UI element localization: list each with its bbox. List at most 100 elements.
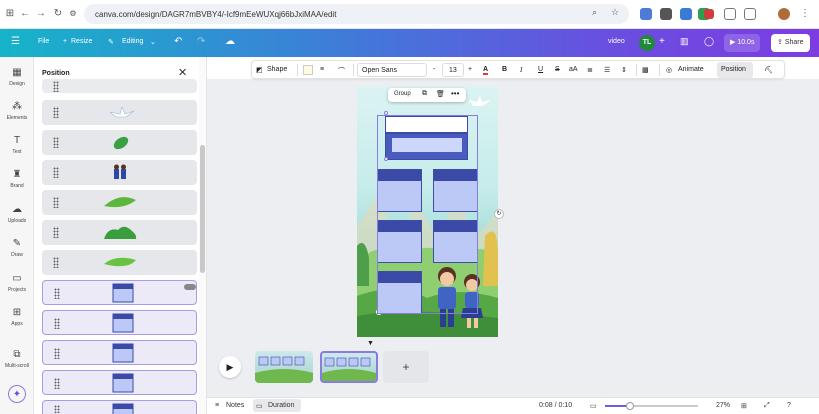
title-box[interactable]: [385, 116, 468, 133]
reload-icon[interactable]: ↻: [51, 7, 65, 21]
bookmark-star-icon[interactable]: ☆: [611, 7, 619, 18]
drag-handle-icon[interactable]: [54, 288, 60, 299]
font-size-decrease[interactable]: -: [433, 66, 435, 73]
paint-roller-icon[interactable]: ⛏: [764, 66, 773, 74]
layer-item-selected[interactable]: [42, 370, 197, 395]
editing-mode-button[interactable]: Editing: [122, 38, 143, 45]
comment-icon[interactable]: ◯: [704, 36, 714, 47]
drag-handle-icon[interactable]: [54, 318, 60, 329]
info-card[interactable]: [377, 220, 422, 263]
shape-button[interactable]: Shape: [267, 66, 287, 73]
rail-draw[interactable]: ✎ Draw: [0, 238, 34, 258]
timeline-clip[interactable]: [255, 351, 313, 383]
fullscreen-icon[interactable]: ⤢: [764, 402, 770, 410]
layer-item-selected[interactable]: [42, 400, 197, 414]
italic-button[interactable]: I: [520, 66, 522, 74]
drag-handle-icon[interactable]: [54, 405, 60, 413]
resize-button[interactable]: Resize: [71, 38, 92, 45]
resize-handle[interactable]: [384, 157, 388, 161]
file-menu[interactable]: File: [38, 38, 49, 45]
redo-icon[interactable]: ↷: [197, 36, 205, 47]
title-ribbon[interactable]: [385, 133, 468, 160]
rail-elements[interactable]: ⁂ Elements: [0, 101, 34, 121]
rail-projects[interactable]: ▭ Projects: [0, 273, 34, 293]
rotate-handle-icon[interactable]: ↻: [494, 209, 504, 219]
grid-view-icon[interactable]: ⊞: [741, 402, 747, 410]
share-button[interactable]: ⇪ Share: [771, 34, 810, 52]
drag-handle-icon[interactable]: [53, 81, 59, 92]
design-page[interactable]: [357, 86, 498, 337]
drag-handle-icon[interactable]: [53, 227, 59, 238]
extension-icon[interactable]: [640, 8, 652, 20]
panel-scrollbar[interactable]: [199, 57, 206, 414]
zoom-slider[interactable]: [605, 402, 698, 410]
rail-multi-scroll[interactable]: ⧉ Multi-scroll: [0, 349, 34, 369]
layer-item-selected[interactable]: [42, 340, 197, 365]
duplicate-icon[interactable]: ⧉: [422, 90, 427, 98]
zoom-knob[interactable]: [626, 402, 635, 410]
letter-case-button[interactable]: aA: [569, 66, 578, 73]
canvas-stage[interactable]: [207, 79, 819, 337]
duration-button[interactable]: ▭ Duration: [253, 399, 301, 412]
align-center-icon[interactable]: ≣: [587, 66, 593, 74]
info-card[interactable]: [433, 169, 478, 212]
fill-color-swatch[interactable]: [303, 65, 313, 75]
analytics-icon[interactable]: ▥: [680, 36, 689, 47]
drag-handle-icon[interactable]: [54, 378, 60, 389]
layer-item[interactable]: [42, 100, 197, 125]
list-icon[interactable]: ☰: [604, 66, 610, 74]
extension-icon[interactable]: [724, 8, 736, 20]
drag-handle-icon[interactable]: [53, 107, 59, 118]
site-info-icon[interactable]: ⚙: [66, 7, 80, 21]
playhead-marker-icon[interactable]: ▼: [367, 340, 374, 347]
extensions-puzzle-icon[interactable]: [744, 8, 756, 20]
design-title[interactable]: video: [608, 38, 625, 45]
zoom-icon[interactable]: ⌕: [592, 7, 597, 18]
address-bar[interactable]: canva.com/design/DAGR7mBVBY4/-Icf9mEeWUX…: [84, 4, 629, 24]
group-button[interactable]: Group: [394, 91, 411, 97]
layer-item-selected[interactable]: [42, 310, 197, 335]
timeline-play-button[interactable]: ▶: [219, 356, 241, 378]
browser-menu-icon[interactable]: ⋮: [798, 7, 812, 21]
menu-icon[interactable]: ☰: [11, 36, 20, 47]
rail-text[interactable]: T Text: [0, 135, 34, 155]
font-size-increase[interactable]: +: [468, 66, 472, 73]
forward-icon[interactable]: →: [34, 7, 48, 21]
drag-handle-icon[interactable]: [53, 167, 59, 178]
resize-handle[interactable]: [384, 111, 388, 115]
transparency-icon[interactable]: ▩: [642, 66, 649, 74]
notes-button[interactable]: Notes: [226, 402, 244, 409]
layer-item[interactable]: [42, 190, 197, 215]
page-view-icon[interactable]: ▭: [590, 402, 597, 410]
magic-button[interactable]: ✦: [0, 385, 34, 403]
animate-button[interactable]: Animate: [678, 66, 704, 73]
drag-handle-icon[interactable]: [53, 257, 59, 268]
more-options-icon[interactable]: •••: [451, 89, 459, 98]
font-size-input[interactable]: 13: [442, 63, 464, 77]
extension-icon[interactable]: [680, 8, 692, 20]
spacing-icon[interactable]: ⇕: [621, 66, 627, 74]
drag-handle-icon[interactable]: [53, 137, 59, 148]
rail-apps[interactable]: ⊞ Apps: [0, 307, 34, 327]
undo-icon[interactable]: ↶: [174, 36, 182, 47]
rail-brand[interactable]: ♜ Brand: [0, 169, 34, 189]
zoom-level[interactable]: 27%: [716, 402, 730, 409]
scrollbar-thumb[interactable]: [200, 145, 205, 273]
tab-menu-icon[interactable]: ⊞: [3, 7, 17, 21]
drag-handle-icon[interactable]: [54, 348, 60, 359]
strikethrough-button[interactable]: S: [555, 66, 560, 73]
help-icon[interactable]: ?: [787, 402, 791, 409]
more-badge[interactable]: [184, 284, 196, 290]
border-style-icon[interactable]: ≡: [320, 66, 324, 73]
layer-item[interactable]: [42, 130, 197, 155]
profile-avatar[interactable]: [778, 8, 790, 20]
font-family-select[interactable]: Open Sans: [357, 63, 427, 77]
layer-item[interactable]: [42, 220, 197, 245]
trash-icon[interactable]: 🗑: [436, 90, 445, 98]
position-button[interactable]: Position: [717, 62, 753, 78]
layer-item[interactable]: [42, 79, 197, 93]
add-page-button[interactable]: +: [383, 351, 429, 383]
layer-item[interactable]: [42, 250, 197, 275]
info-card[interactable]: [377, 169, 422, 212]
back-icon[interactable]: ←: [18, 7, 32, 21]
